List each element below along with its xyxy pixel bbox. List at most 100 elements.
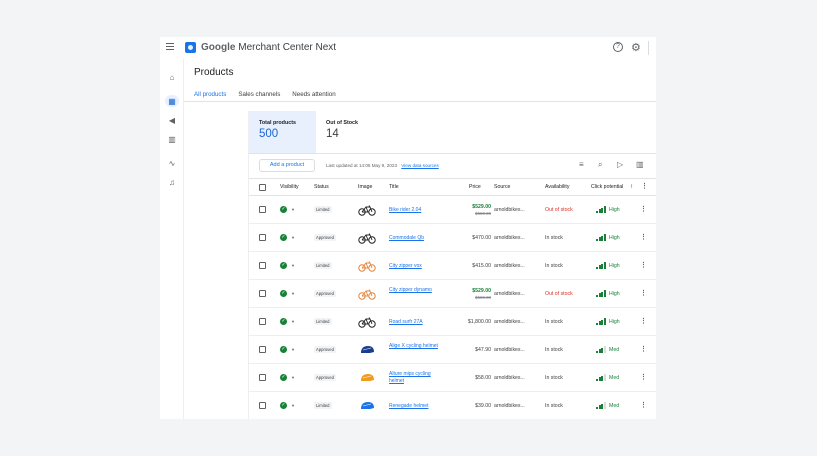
row-checkbox[interactable]: [259, 206, 266, 213]
help-icon[interactable]: ?: [613, 42, 623, 52]
bike-icon: [358, 260, 376, 272]
visibility-dropdown-icon[interactable]: ▼: [291, 403, 295, 408]
visibility-dropdown-icon[interactable]: ▼: [291, 235, 295, 240]
visible-check-icon[interactable]: ✓: [280, 318, 287, 325]
notifications-bell-icon[interactable]: ♫: [165, 176, 179, 188]
header-source[interactable]: Source: [494, 184, 510, 190]
navigation-rail: ⌂ ▦ ◀ ▥ ∿ ♫: [160, 59, 184, 419]
total-products-label: Total products: [259, 120, 297, 126]
header-title[interactable]: Title: [389, 184, 399, 190]
row-checkbox[interactable]: [259, 346, 266, 353]
visible-check-icon[interactable]: ✓: [280, 262, 287, 269]
marketing-megaphone-icon[interactable]: ◀: [165, 114, 179, 126]
row-checkbox[interactable]: [259, 262, 266, 269]
store-icon[interactable]: ▥: [165, 133, 179, 145]
product-title-link[interactable]: Renegade helmet: [389, 403, 441, 410]
visible-check-icon[interactable]: ✓: [280, 206, 287, 213]
visible-check-icon[interactable]: ✓: [280, 346, 287, 353]
table-row[interactable]: ✓ ▼ Approved City zipper dynamo $529.00 $589.…: [249, 280, 656, 308]
visible-check-icon[interactable]: ✓: [280, 290, 287, 297]
home-icon[interactable]: ⌂: [165, 71, 179, 83]
table-row[interactable]: ✓ ▼ Approved Commodale Qb $470.00 arnoldbikes…: [249, 224, 656, 252]
table-row[interactable]: ✓ ▼ Limited Road surfr 27A $1,800.00 arnoldbi…: [249, 308, 656, 336]
table-row[interactable]: ✓ ▼ Limited Bike rider 2.04 $529.00 $589.00 ar…: [249, 196, 656, 224]
visibility-dropdown-icon[interactable]: ▼: [291, 375, 295, 380]
visibility-dropdown-icon[interactable]: ▼: [291, 347, 295, 352]
table-row[interactable]: ✓ ▼ Approved Alige X cycling helmet $47.90 ar…: [249, 336, 656, 364]
product-title-link[interactable]: City zipper vox: [389, 263, 441, 270]
row-checkbox[interactable]: [259, 374, 266, 381]
row-checkbox[interactable]: [259, 290, 266, 297]
menu-icon[interactable]: [166, 43, 174, 51]
status-badge: Limited: [314, 402, 332, 409]
add-product-button[interactable]: Add a product: [259, 159, 315, 172]
sort-arrow-icon[interactable]: ↑: [630, 184, 633, 190]
product-title-link[interactable]: Alture mips cycling helmet: [389, 371, 441, 385]
product-title-link[interactable]: Bike rider 2.04: [389, 207, 441, 214]
visibility-dropdown-icon[interactable]: ▼: [291, 319, 295, 324]
availability-value: In stock: [545, 235, 563, 241]
table-row[interactable]: ✓ ▼ Approved Alture mips cycling helmet $58.…: [249, 364, 656, 392]
row-more-icon[interactable]: ⋮: [640, 261, 647, 269]
last-updated: Last updated at 14:05 May 9, 2023 View d…: [326, 163, 439, 168]
source-value: arnoldbikes...: [494, 403, 525, 409]
status-badge: Approved: [314, 346, 336, 353]
filter-icon[interactable]: ≡: [579, 161, 584, 169]
label-icon[interactable]: ▷: [617, 161, 623, 169]
status-badge: Limited: [314, 206, 332, 213]
source-value: arnoldbikes...: [494, 207, 525, 213]
row-checkbox[interactable]: [259, 234, 266, 241]
table-toolbar: Add a product Last updated at 14:05 May …: [249, 154, 656, 178]
product-title-link[interactable]: Alige X cycling helmet: [389, 343, 441, 350]
visible-check-icon[interactable]: ✓: [280, 234, 287, 241]
row-checkbox[interactable]: [259, 318, 266, 325]
table-row[interactable]: ✓ ▼ Limited City zipper vox $415.00 arnoldbik…: [249, 252, 656, 280]
row-more-icon[interactable]: ⋮: [640, 317, 647, 325]
row-more-icon[interactable]: ⋮: [640, 345, 647, 353]
availability-value: In stock: [545, 263, 563, 269]
header-price[interactable]: Price: [469, 184, 481, 190]
visibility-dropdown-icon[interactable]: ▼: [291, 207, 295, 212]
product-title-link[interactable]: Commodale Qb: [389, 235, 441, 242]
helmet-icon: [358, 400, 376, 412]
total-products-stat[interactable]: Total products 500: [249, 111, 316, 153]
price-value: $58.00: [475, 375, 491, 381]
visible-check-icon[interactable]: ✓: [280, 402, 287, 409]
product-title-link[interactable]: City zipper dynamo: [389, 287, 441, 294]
row-more-icon[interactable]: ⋮: [640, 373, 647, 381]
row-more-icon[interactable]: ⋮: [640, 289, 647, 297]
total-products-value: 500: [259, 128, 279, 140]
row-checkbox[interactable]: [259, 402, 266, 409]
products-grid-icon[interactable]: ▦: [165, 95, 179, 107]
brand-google: Google: [201, 42, 236, 53]
visibility-dropdown-icon[interactable]: ▼: [291, 263, 295, 268]
app-title: Google Merchant Center Next: [201, 42, 336, 53]
gear-icon[interactable]: ⚙: [631, 41, 641, 54]
out-of-stock-stat[interactable]: Out of Stock 14: [316, 111, 396, 153]
availability-value: Out of stock: [545, 291, 573, 297]
header-more-icon[interactable]: ⋮: [641, 182, 648, 190]
table-row[interactable]: ✓ ▼ Limited Renegade helmet $39.00 arnoldbike…: [249, 392, 656, 419]
select-all-checkbox[interactable]: [259, 184, 266, 191]
visible-check-icon[interactable]: ✓: [280, 374, 287, 381]
header-status[interactable]: Status: [314, 184, 329, 190]
source-value: arnoldbikes...: [494, 375, 525, 381]
header-visibility[interactable]: Visibility: [280, 184, 299, 190]
price-value: $529.00: [472, 204, 491, 210]
click-potential-value: Med: [609, 403, 620, 409]
columns-icon[interactable]: ▥: [636, 161, 644, 169]
header-availability[interactable]: Availability: [545, 184, 569, 190]
brand-product: Merchant Center Next: [238, 42, 337, 53]
click-potential-bars-icon: [596, 374, 606, 381]
performance-trend-icon[interactable]: ∿: [165, 157, 179, 169]
view-data-sources-link[interactable]: View data sources: [401, 163, 438, 168]
product-title-link[interactable]: Road surfr 27A: [389, 319, 441, 326]
click-potential-value: High: [609, 207, 620, 213]
row-more-icon[interactable]: ⋮: [640, 205, 647, 213]
row-more-icon[interactable]: ⋮: [640, 233, 647, 241]
visibility-dropdown-icon[interactable]: ▼: [291, 291, 295, 296]
header-click-potential[interactable]: Click potential: [591, 184, 623, 190]
row-more-icon[interactable]: ⋮: [640, 401, 647, 409]
availability-value: In stock: [545, 319, 563, 325]
search-icon[interactable]: ⌕: [598, 161, 602, 169]
